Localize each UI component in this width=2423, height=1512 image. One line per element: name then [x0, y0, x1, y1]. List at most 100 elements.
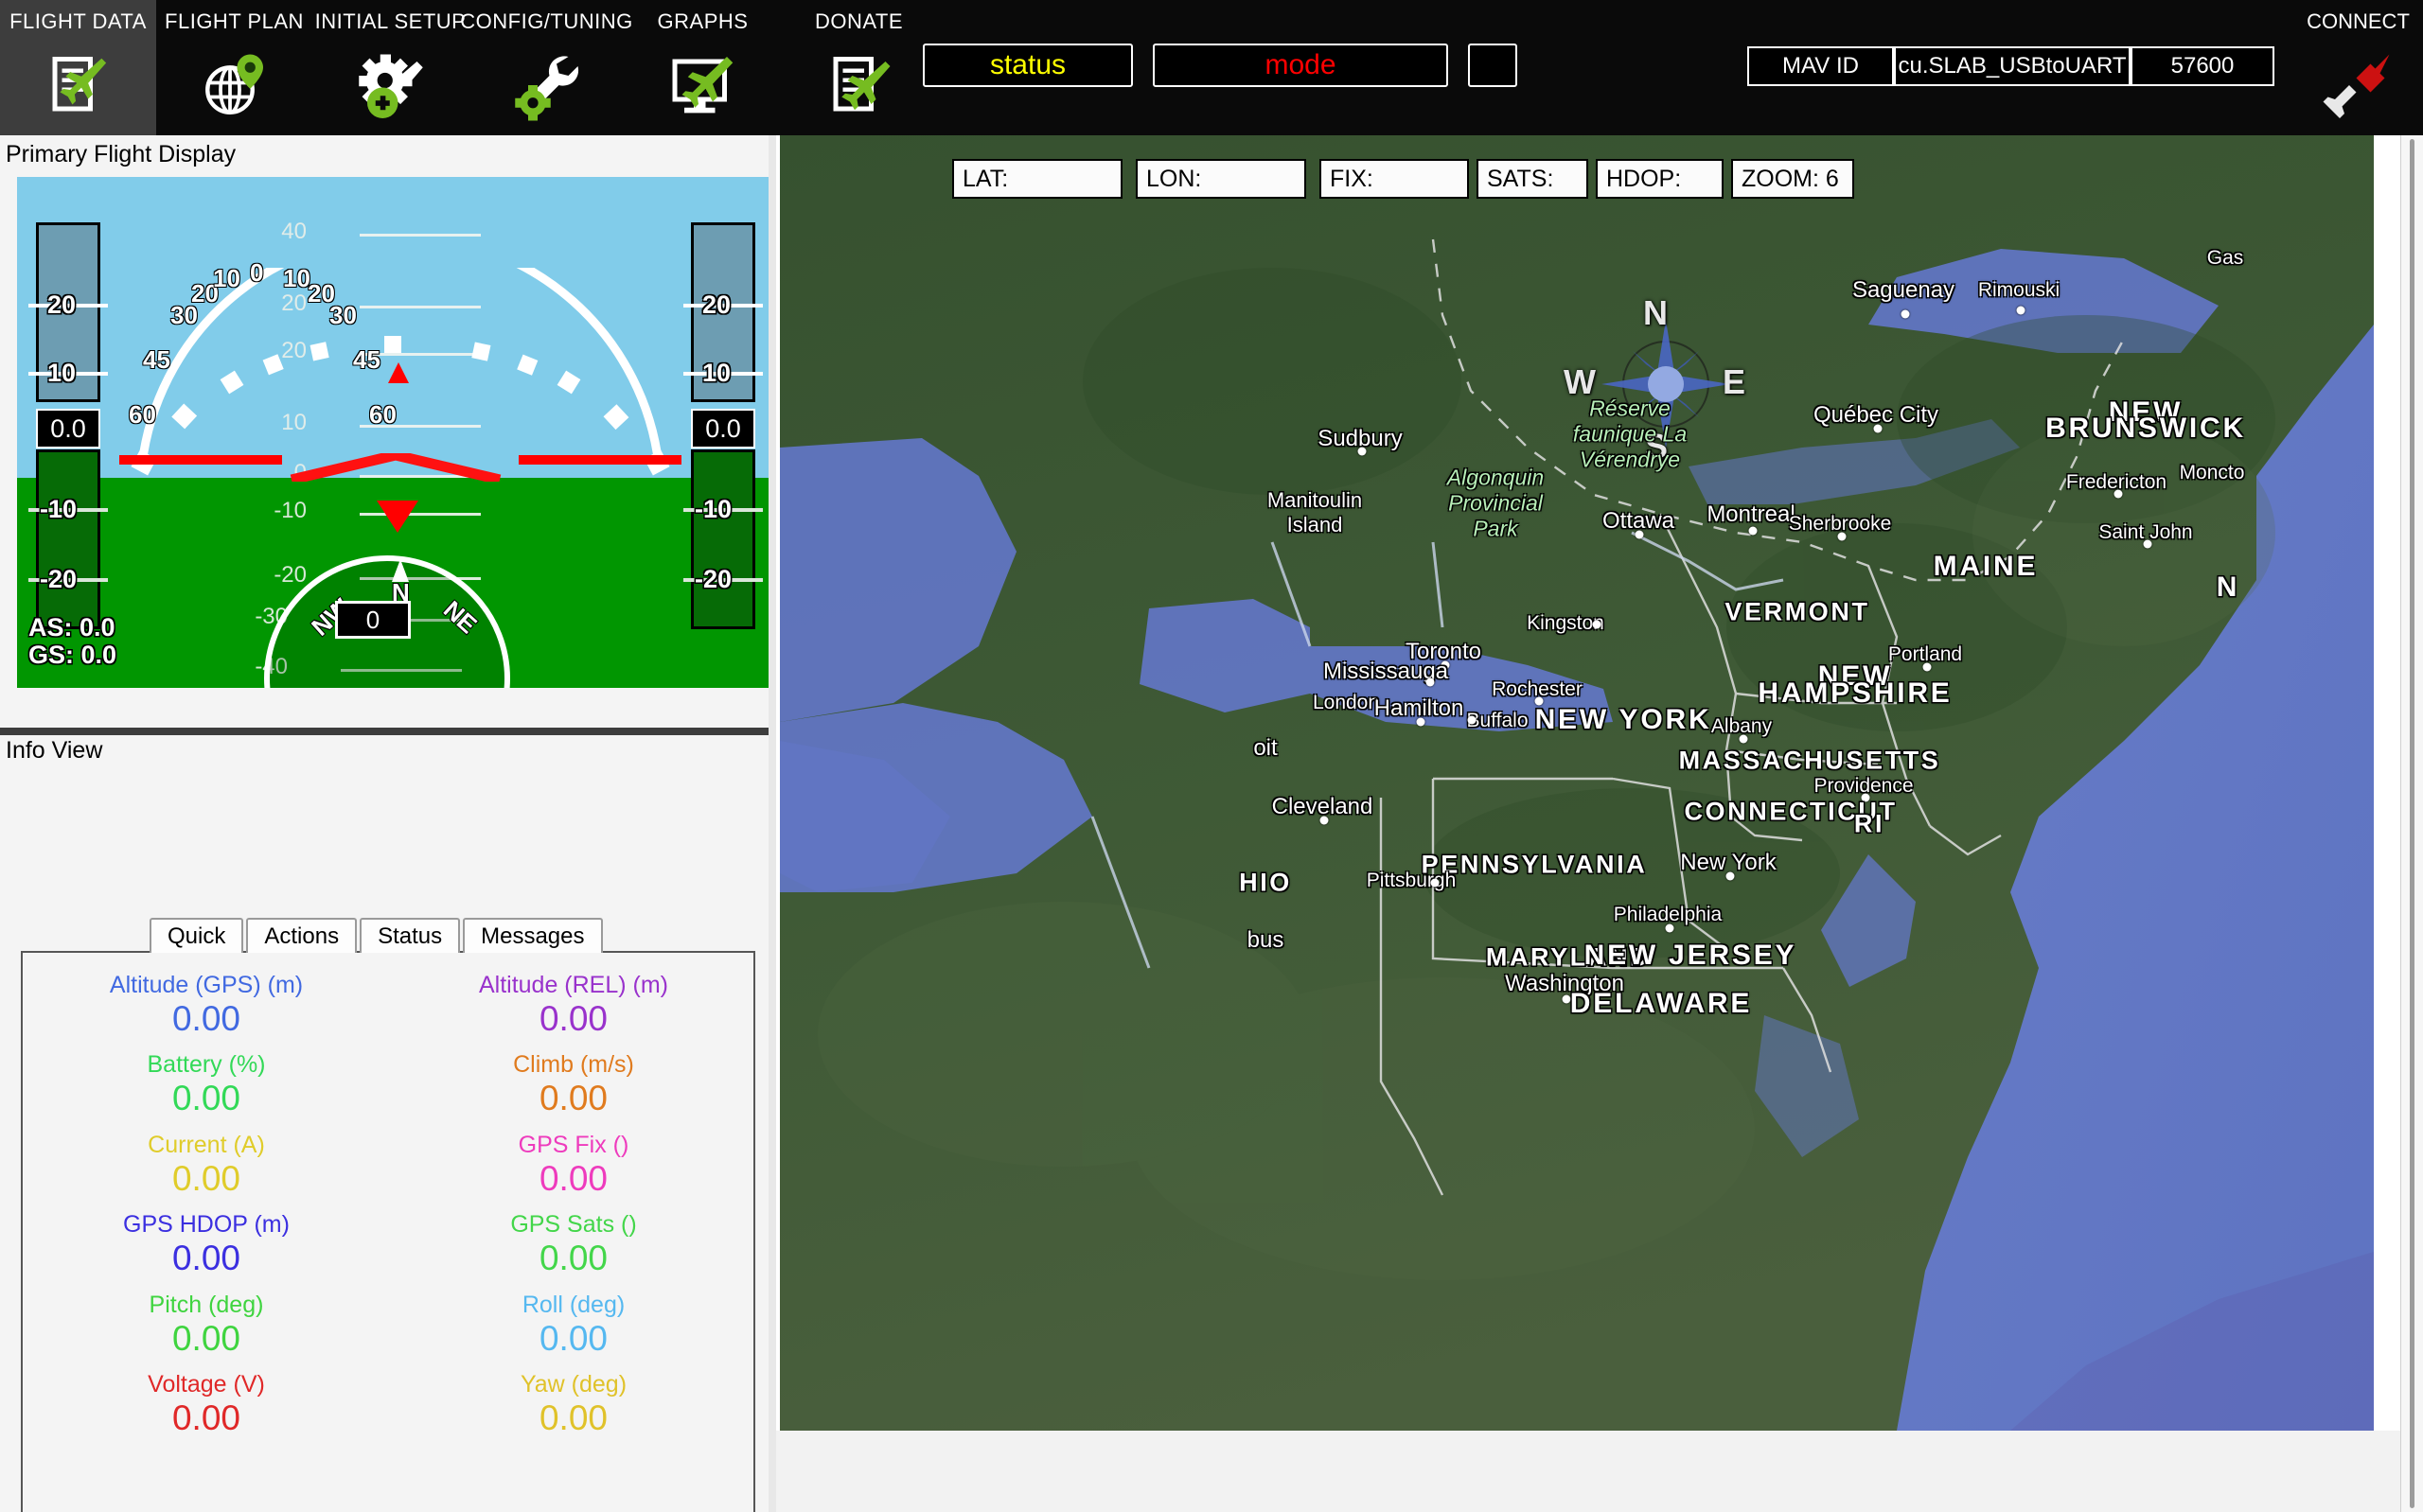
info-view-title: Info View — [6, 737, 103, 764]
quick-item-label: Voltage (V) — [148, 1371, 265, 1398]
quick-item[interactable]: Pitch (deg) 0.00 — [23, 1286, 390, 1365]
quick-item-value: 0.00 — [539, 1239, 608, 1278]
connect-label: CONNECT — [2307, 9, 2410, 33]
quick-item-label: Altitude (GPS) (m) — [109, 972, 304, 998]
initial-setup-gear-icon — [312, 34, 469, 135]
quick-item[interactable]: Altitude (REL) (m) 0.00 — [390, 966, 757, 1046]
tab-config-tuning[interactable]: CONFIG/TUNING — [460, 0, 632, 135]
quick-tab-panel: Altitude (GPS) (m) 0.00 Altitude (REL) (… — [21, 951, 755, 1512]
serial-port-select[interactable]: cu.SLAB_USBtoUART — [1894, 46, 2131, 86]
map-vertical-scrollbar[interactable] — [2400, 135, 2423, 1512]
groundspeed-readout: GS: 0.0 — [28, 640, 117, 669]
tab-messages[interactable]: Messages — [463, 918, 603, 953]
velocity-vector-icon — [377, 501, 418, 533]
quick-item[interactable]: GPS Sats () 0.00 — [390, 1205, 757, 1285]
altitude-tick-20: 20 — [702, 290, 732, 319]
hud-canvas[interactable]: 40 20 20 10 0 -10 -20 -30 -40 60 45 30 2… — [17, 177, 774, 688]
tab-status[interactable]: Status — [360, 918, 461, 953]
quick-item[interactable]: Battery (%) 0.00 — [23, 1046, 390, 1125]
tab-flight-plan-label: FLIGHT PLAN — [165, 9, 304, 33]
tab-actions[interactable]: Actions — [246, 918, 358, 953]
quick-item-label: Current (A) — [148, 1131, 265, 1158]
quick-item-value: 0.00 — [171, 999, 240, 1038]
tab-donate[interactable]: DONATE — [781, 0, 937, 135]
connect-button[interactable]: CONNECT — [2293, 0, 2423, 135]
main-tab-strip: FLIGHT DATA FLIGHT PLAN INITIAL SETUP CO… — [0, 0, 937, 135]
quick-item[interactable]: Altitude (GPS) (m) 0.00 — [23, 966, 390, 1046]
altitude-value: 0.0 — [691, 409, 755, 448]
lon-field[interactable]: LON: — [1136, 159, 1306, 199]
quick-telemetry-grid: Altitude (GPS) (m) 0.00 Altitude (REL) (… — [23, 966, 757, 1446]
primary-flight-display[interactable]: 40 20 20 10 0 -10 -20 -30 -40 60 45 30 2… — [17, 177, 774, 688]
quick-item-label: Yaw (deg) — [520, 1371, 628, 1398]
mode-text: mode — [1265, 49, 1336, 80]
sats-field[interactable]: SATS: — [1477, 159, 1588, 199]
quick-item-label: Climb (m/s) — [513, 1051, 634, 1079]
quick-item[interactable]: Voltage (V) 0.00 — [23, 1365, 390, 1445]
tab-config-tuning-label: CONFIG/TUNING — [460, 9, 633, 33]
quick-item[interactable]: Current (A) 0.00 — [23, 1126, 390, 1205]
graphs-monitor-icon — [625, 34, 781, 135]
quick-item-label: GPS HDOP (m) — [123, 1211, 290, 1239]
airspeed-tick-m20: -20 — [40, 565, 78, 593]
quick-item-value: 0.00 — [171, 1158, 240, 1198]
roll-tick-30-right: 30 — [329, 301, 357, 329]
aircraft-wing-left — [119, 455, 282, 465]
airspeed-readout: AS: 0.0 — [28, 613, 115, 642]
altitude-tick-m20: -20 — [695, 565, 733, 593]
airspeed-tick-m10: -10 — [40, 495, 78, 523]
quick-item[interactable]: Yaw (deg) 0.00 — [390, 1365, 757, 1445]
altitude-tick-10: 10 — [702, 359, 732, 387]
mav-id-field[interactable]: MAV ID — [1747, 46, 1894, 86]
airspeed-tick-20: 20 — [47, 290, 77, 319]
hdop-field[interactable]: HDOP: — [1596, 159, 1724, 199]
roll-pointer-icon — [388, 362, 409, 383]
zoom-field[interactable]: ZOOM: 6 — [1731, 159, 1854, 199]
quick-item[interactable]: GPS Fix () 0.00 — [390, 1126, 757, 1205]
status-display: status — [923, 44, 1133, 87]
roll-tick-60-right: 60 — [369, 400, 397, 429]
scrollbar-thumb[interactable] — [2410, 139, 2414, 1508]
roll-tick-0: 0 — [250, 258, 264, 287]
roll-tick-10-left: 10 — [213, 264, 240, 292]
tab-initial-setup[interactable]: INITIAL SETUP — [312, 0, 469, 135]
quick-item-label: Altitude (REL) (m) — [478, 972, 669, 998]
tab-initial-setup-label: INITIAL SETUP — [314, 9, 467, 33]
quick-item-value: 0.00 — [171, 1398, 240, 1438]
flight-data-icon — [0, 34, 156, 135]
lat-field[interactable]: LAT: — [952, 159, 1123, 199]
tab-flight-plan[interactable]: FLIGHT PLAN — [156, 0, 312, 135]
donate-document-icon — [781, 34, 937, 135]
extra-status-box — [1468, 44, 1517, 87]
tab-flight-data-label: FLIGHT DATA — [9, 9, 147, 33]
pitch-tick-bar — [360, 234, 481, 237]
fix-field[interactable]: FIX: — [1319, 159, 1469, 199]
mode-display: mode — [1153, 44, 1448, 87]
info-view-tab-strip: Quick Actions Status Messages — [150, 918, 606, 953]
quick-item-value: 0.00 — [171, 1239, 240, 1278]
quick-item[interactable]: Climb (m/s) 0.00 — [390, 1046, 757, 1125]
quick-item[interactable]: Roll (deg) 0.00 — [390, 1286, 757, 1365]
tab-flight-data[interactable]: FLIGHT DATA — [0, 0, 156, 135]
config-tuning-wrench-icon — [469, 34, 625, 135]
altitude-tape-lower — [691, 449, 755, 629]
quick-item-label: GPS Sats () — [510, 1211, 637, 1239]
pfd-title: Primary Flight Display — [6, 141, 237, 167]
quick-item-value: 0.00 — [539, 1318, 608, 1358]
altitude-tick-m10: -10 — [695, 495, 733, 523]
tab-quick[interactable]: Quick — [150, 918, 244, 953]
quick-item-label: Pitch (deg) — [149, 1291, 264, 1318]
quick-item[interactable]: GPS HDOP (m) 0.00 — [23, 1205, 390, 1285]
map-canvas[interactable]: N E S W Saguenay Rimouski Gas Québec City NE… — [780, 135, 2374, 1431]
main-toolbar: FLIGHT DATA FLIGHT PLAN INITIAL SETUP CO… — [0, 0, 2423, 135]
tab-graphs[interactable]: GRAPHS — [625, 0, 781, 135]
pane-splitter[interactable] — [769, 135, 776, 1512]
airspeed-tick-10: 10 — [47, 359, 77, 387]
roll-tick-60-left: 60 — [129, 400, 156, 429]
roll-tick-45-left: 45 — [143, 345, 170, 374]
baud-rate-select[interactable]: 57600 — [2131, 46, 2274, 86]
quick-item-value: 0.00 — [171, 1079, 240, 1118]
heading-value: 0 — [335, 601, 411, 639]
info-view-divider — [0, 728, 776, 735]
quick-item-value: 0.00 — [539, 1079, 608, 1118]
